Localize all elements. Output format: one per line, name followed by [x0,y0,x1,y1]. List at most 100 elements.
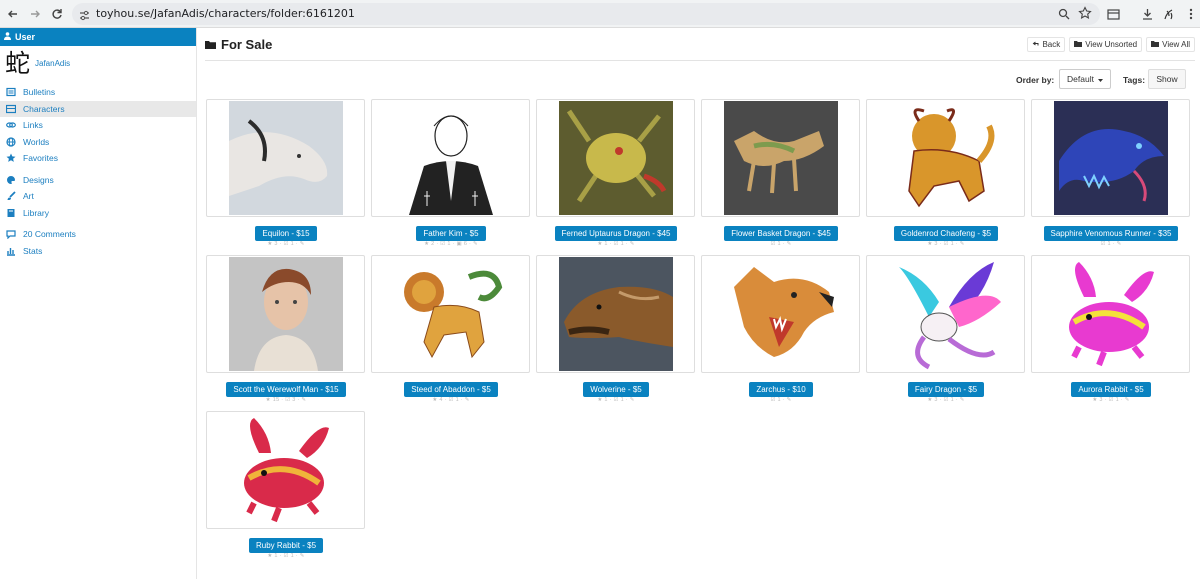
character-stats: ★ 4 · ☑ 1 · ✎ [432,397,470,403]
forward-arrow-icon[interactable] [26,5,44,23]
site-settings-icon[interactable] [79,8,90,26]
back-button[interactable]: Back [1027,37,1066,52]
character-thumbnail[interactable] [371,99,530,217]
sidebar-item-stats[interactable]: Stats [0,243,196,260]
avatar[interactable]: 蛇 [5,50,30,78]
character-card[interactable]: Sapphire Venomous Runner - $35 ☑ 1 · ✎ [1031,99,1191,247]
character-card[interactable]: Aurora Rabbit - $5 ★ 3 · ☑ 1 · ✎ [1031,255,1191,403]
order-by-value: Default [1067,74,1094,84]
character-stats: ★ 15 · ☑ 3 · ✎ [265,397,307,403]
sidebar-item-label: Stats [23,245,43,256]
character-card[interactable]: Equilon - $15 ★ 3 · ☑ 1 · ✎ [206,99,366,247]
globe-icon [6,137,16,147]
character-thumbnail[interactable] [536,99,695,217]
character-card[interactable]: Ferned Uptaurus Dragon - $45 ★ 1 · ☑ 1 · … [536,99,696,247]
character-card[interactable]: Scott the Werewolf Man - $15 ★ 15 · ☑ 3 ·… [206,255,366,403]
character-card[interactable]: Fairy Dragon - $5 ★ 3 · ☑ 1 · ✎ [866,255,1026,403]
menu-dots-icon[interactable] [1182,5,1200,23]
character-thumbnail[interactable] [701,255,860,373]
character-card[interactable]: Father Kim - $5 ★ 2 · ☑ 1 · ▣ 6 · ✎ [371,99,531,247]
zoom-icon[interactable] [1058,7,1070,25]
character-thumbnail[interactable] [701,99,860,217]
character-name-link[interactable]: Fairy Dragon - $5 [907,382,985,397]
bookmark-star-icon[interactable] [1078,6,1092,25]
character-thumbnail[interactable] [1031,255,1190,373]
character-card[interactable]: Steed of Abaddon - $5 ★ 4 · ☑ 1 · ✎ [371,255,531,403]
order-by-select[interactable]: Default [1059,69,1111,89]
character-card[interactable]: Wolverine - $5 ★ 1 · ☑ 1 · ✎ [536,255,696,403]
character-name-link[interactable]: Father Kim - $5 [416,226,486,241]
character-name-link[interactable]: Scott the Werewolf Man - $15 [226,382,346,397]
address-bar[interactable]: toyhou.se/JafanAdis/characters/folder:61… [72,3,1100,25]
character-art [558,101,673,215]
back-arrow-small-icon [1032,40,1039,49]
sidebar-item-bulletins[interactable]: Bulletins [0,84,196,101]
character-name-link[interactable]: Flower Basket Dragon - $45 [724,226,838,241]
back-arrow-icon[interactable] [4,5,22,23]
url-text[interactable]: toyhou.se/JafanAdis/characters/folder:61… [96,7,355,20]
character-name-link[interactable]: Aurora Rabbit - $5 [1071,382,1151,397]
character-name-link[interactable]: Wolverine - $5 [583,382,649,397]
folder-icon [205,37,216,52]
view-unsorted-button[interactable]: View Unsorted [1069,37,1143,52]
view-all-button[interactable]: View All [1146,37,1195,52]
character-thumbnail[interactable] [866,99,1025,217]
character-art [393,101,508,215]
character-name-link[interactable]: Ruby Rabbit - $5 [248,538,324,553]
link-icon [6,120,16,130]
character-stats: ★ 1 · ☑ 1 · ✎ [267,553,305,559]
tags-show-button[interactable]: Show [1148,69,1186,89]
character-label-wrap: Ferned Uptaurus Dragon - $45 [536,223,696,241]
sidebar-item-characters[interactable]: Characters [0,100,196,117]
sidebar-item-art[interactable]: Art [0,188,196,205]
character-label-wrap: Goldenrod Chaofeng - $5 [866,223,1026,241]
folder-actions: Back View Unsorted View All [1027,37,1195,52]
character-name-link[interactable]: Ferned Uptaurus Dragon - $45 [554,226,678,241]
sidebar-item-worlds[interactable]: Worlds [0,134,196,151]
character-art [228,101,343,215]
profile: 蛇 JafanAdis [0,46,196,84]
character-name-link[interactable]: Steed of Abaddon - $5 [404,382,498,397]
tags-label: Tags: [1123,75,1146,85]
character-stats: ★ 1 · ☑ 1 · ✎ [597,241,635,247]
star-icon [6,153,16,163]
tab-search-icon[interactable] [1104,5,1122,23]
character-label-wrap: Steed of Abaddon - $5 [371,379,531,397]
book-icon [6,208,16,218]
character-name-link[interactable]: Sapphire Venomous Runner - $35 [1043,226,1179,241]
character-thumbnail[interactable] [206,255,365,373]
sidebar-item-links[interactable]: Links [0,117,196,134]
reload-icon[interactable] [48,5,66,23]
sidebar-item-designs[interactable]: Designs [0,172,196,189]
character-art [228,413,343,527]
bulletin-icon [6,87,16,97]
character-thumbnail[interactable] [206,411,365,529]
sidebar-item-favorites[interactable]: Favorites [0,150,196,167]
character-name-link[interactable]: Goldenrod Chaofeng - $5 [893,226,999,241]
character-art [393,257,508,371]
download-icon[interactable] [1138,5,1156,23]
palette-icon [6,175,16,185]
character-card[interactable]: Flower Basket Dragon - $45 ☑ 1 · ✎ [701,99,861,247]
character-card[interactable]: Ruby Rabbit - $5 ★ 1 · ☑ 1 · ✎ [206,411,366,559]
character-thumbnail[interactable] [371,255,530,373]
character-thumbnail[interactable] [866,255,1025,373]
folder-small-icon [1074,40,1083,49]
sidebar-item-comments[interactable]: 20 Comments [0,226,196,243]
browser-chrome: toyhou.se/JafanAdis/characters/folder:61… [0,0,1200,28]
character-thumbnail[interactable] [536,255,695,373]
character-name-link[interactable]: Zarchus - $10 [749,382,813,397]
extension-icon[interactable] [1160,5,1178,23]
character-label-wrap: Ruby Rabbit - $5 [206,535,366,553]
character-card[interactable]: Goldenrod Chaofeng - $5 ★ 3 · ☑ 1 · ✎ [866,99,1026,247]
username-link[interactable]: JafanAdis [35,59,70,68]
character-label-wrap: Father Kim - $5 [371,223,531,241]
sidebar-header-label: User [15,32,36,42]
character-thumbnail[interactable] [206,99,365,217]
character-name-link[interactable]: Equilon - $15 [255,226,317,241]
character-card[interactable]: Zarchus - $10 ☑ 1 · ✎ [701,255,861,403]
sidebar-item-library[interactable]: Library [0,205,196,222]
character-label-wrap: Zarchus - $10 [701,379,861,397]
character-label-wrap: Equilon - $15 [206,223,366,241]
character-thumbnail[interactable] [1031,99,1190,217]
